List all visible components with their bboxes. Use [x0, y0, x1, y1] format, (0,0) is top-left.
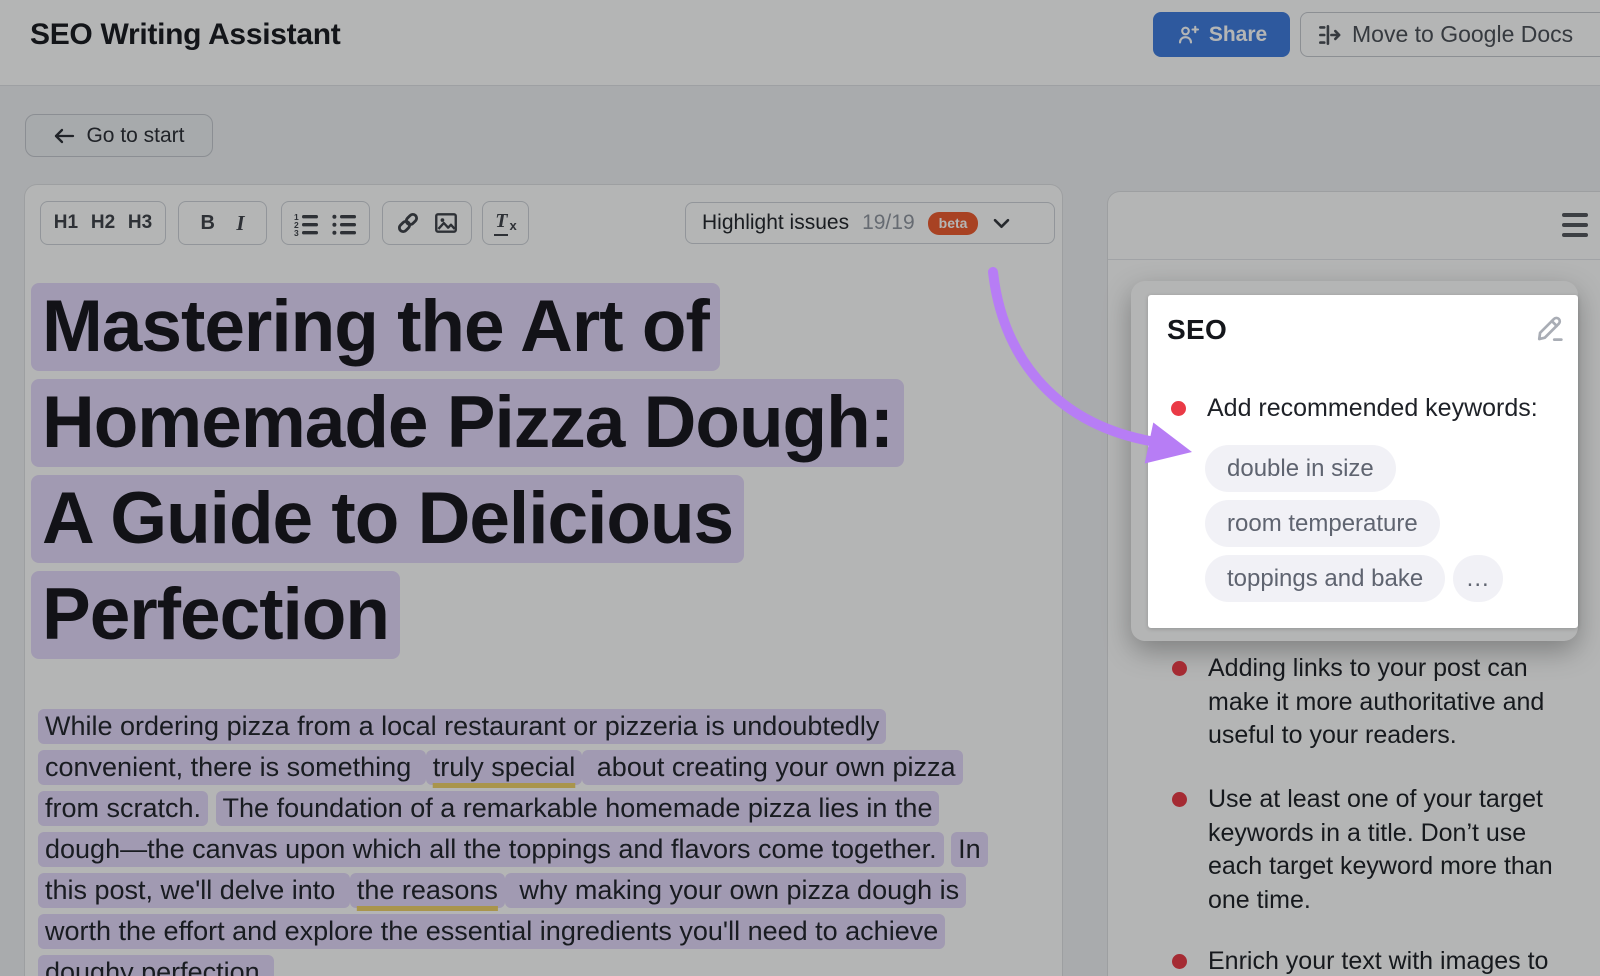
keyword-pill-row: double in size	[1205, 445, 1503, 492]
keyword-pill[interactable]: double in size	[1205, 445, 1396, 492]
keyword-pill[interactable]: toppings and bake	[1205, 555, 1445, 602]
add-keywords-label: Add recommended keywords:	[1207, 394, 1538, 423]
seo-writing-assistant-app: SEO Writing Assistant Share Move to Goog…	[0, 0, 1600, 976]
seo-recommendations-card: SEO Add recommended keywords: double in …	[1148, 295, 1578, 628]
keyword-pill[interactable]: room temperature	[1205, 500, 1440, 547]
edit-pencil-icon[interactable]	[1533, 311, 1567, 345]
recommendation-bullet-icon	[1171, 401, 1186, 416]
keyword-pill-row: room temperature	[1205, 500, 1503, 547]
keyword-pills: double in size room temperature toppings a…	[1205, 445, 1503, 602]
seo-card-title: SEO	[1167, 314, 1227, 346]
keyword-pill-row: toppings and bake...	[1205, 555, 1503, 602]
more-keywords-button[interactable]: ...	[1453, 555, 1503, 602]
